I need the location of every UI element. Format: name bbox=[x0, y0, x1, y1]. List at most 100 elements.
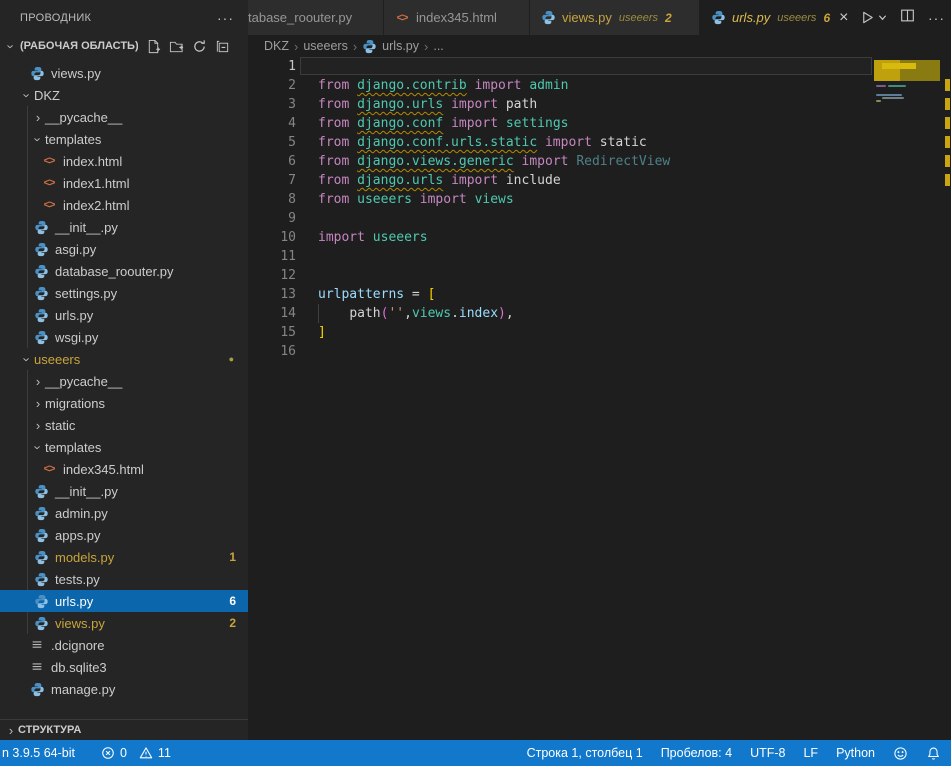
code-line-6[interactable]: 6from django.views.generic import Redire… bbox=[248, 152, 951, 171]
tree-item-models.py[interactable]: models.py1 bbox=[0, 546, 248, 568]
tab-urls.py[interactable]: urls.pyuseeers6× bbox=[700, 0, 860, 35]
breadcrumb-item[interactable]: useeers bbox=[303, 39, 347, 53]
indentation[interactable]: Пробелов: 4 bbox=[661, 746, 732, 760]
new-file-icon[interactable] bbox=[146, 39, 161, 54]
code-text: from useeers import views bbox=[318, 190, 514, 209]
tree-item-migrations[interactable]: ›migrations bbox=[0, 392, 248, 414]
tree-item-useeers[interactable]: ›useeers● bbox=[0, 348, 248, 370]
tree-item-__pycache__[interactable]: ›__pycache__ bbox=[0, 106, 248, 128]
code-lines: 12from django.contrib import admin3from … bbox=[248, 57, 951, 361]
cursor-position[interactable]: Строка 1, столбец 1 bbox=[527, 746, 643, 760]
code-text: from django.conf.urls.static import stat… bbox=[318, 133, 647, 152]
language-mode[interactable]: Python bbox=[836, 746, 875, 760]
file-tree: views.py›DKZ›__pycache__›templates<>inde… bbox=[0, 62, 248, 700]
code-line-2[interactable]: 2from django.contrib import admin bbox=[248, 76, 951, 95]
tree-item-admin.py[interactable]: admin.py bbox=[0, 502, 248, 524]
minimap-warning-block bbox=[874, 60, 940, 81]
tab-tabase_roouter.py[interactable]: tabase_roouter.py bbox=[248, 0, 384, 35]
breadcrumb-item[interactable]: ... bbox=[433, 39, 443, 53]
tabs-container: tabase_roouter.py<>index345.htmlviews.py… bbox=[248, 0, 860, 35]
overview-ruler bbox=[944, 57, 951, 740]
tree-item-apps.py[interactable]: apps.py bbox=[0, 524, 248, 546]
minimap[interactable] bbox=[872, 57, 944, 740]
code-line-11[interactable]: 11 bbox=[248, 247, 951, 266]
minimap-code-mark bbox=[876, 85, 886, 87]
tree-item-tests.py[interactable]: tests.py bbox=[0, 568, 248, 590]
minimap-code-mark bbox=[876, 100, 881, 102]
tree-item-wsgi.py[interactable]: wsgi.py bbox=[0, 326, 248, 348]
encoding[interactable]: UTF-8 bbox=[750, 746, 785, 760]
code-line-5[interactable]: 5from django.conf.urls.static import sta… bbox=[248, 133, 951, 152]
code-line-9[interactable]: 9 bbox=[248, 209, 951, 228]
tree-item-db.sqlite3[interactable]: db.sqlite3 bbox=[0, 656, 248, 678]
tab-views.py[interactable]: views.pyuseeers2 bbox=[530, 0, 700, 35]
tab-index345.html[interactable]: <>index345.html bbox=[384, 0, 530, 35]
run-button[interactable] bbox=[860, 10, 887, 25]
explorer-toolbar bbox=[146, 39, 230, 54]
tree-item-database_roouter.py[interactable]: database_roouter.py bbox=[0, 260, 248, 282]
tree-item-views.py[interactable]: views.py bbox=[0, 62, 248, 84]
tree-item-label: DKZ bbox=[34, 88, 60, 103]
file-file-icon bbox=[29, 637, 45, 653]
tree-item-label: urls.py bbox=[55, 594, 93, 609]
tree-item-label: __pycache__ bbox=[45, 374, 122, 389]
breadcrumb-item[interactable]: urls.py bbox=[382, 39, 419, 53]
tree-item-label: index345.html bbox=[63, 462, 144, 477]
tree-item-index.html[interactable]: <>index.html bbox=[0, 150, 248, 172]
new-folder-icon[interactable] bbox=[169, 39, 184, 54]
workspace-section-header[interactable]: › (РАБОЧАЯ ОБЛАСТЬ) ... bbox=[0, 35, 248, 57]
tree-item-views.py[interactable]: views.py2 bbox=[0, 612, 248, 634]
close-icon[interactable]: × bbox=[839, 10, 848, 26]
tree-item-index2.html[interactable]: <>index2.html bbox=[0, 194, 248, 216]
code-line-16[interactable]: 16 bbox=[248, 342, 951, 361]
tree-item-static[interactable]: ›static bbox=[0, 414, 248, 436]
minimap-code-mark bbox=[882, 97, 904, 99]
tree-item-index345.html[interactable]: <>index345.html bbox=[0, 458, 248, 480]
tree-item-templates[interactable]: ›templates bbox=[0, 128, 248, 150]
tree-item-index1.html[interactable]: <>index1.html bbox=[0, 172, 248, 194]
code-line-12[interactable]: 12 bbox=[248, 266, 951, 285]
vscode-window: ПРОВОДНИК ··· › (РАБОЧАЯ ОБЛАСТЬ) ... vi… bbox=[0, 0, 951, 766]
warning-mark bbox=[945, 98, 950, 110]
line-number: 15 bbox=[248, 323, 318, 342]
eol-sequence[interactable]: LF bbox=[803, 746, 818, 760]
tree-item-__init__.py[interactable]: __init__.py bbox=[0, 480, 248, 502]
code-line-1[interactable]: 1 bbox=[248, 57, 951, 76]
tree-item-.dcignore[interactable]: .dcignore bbox=[0, 634, 248, 656]
explorer-more-actions-icon[interactable]: ··· bbox=[217, 10, 234, 26]
code-line-8[interactable]: 8from useeers import views bbox=[248, 190, 951, 209]
feedback-icon[interactable] bbox=[893, 746, 908, 761]
collapse-all-icon[interactable] bbox=[215, 39, 230, 54]
code-line-4[interactable]: 4from django.conf import settings bbox=[248, 114, 951, 133]
code-line-10[interactable]: 10import useeers bbox=[248, 228, 951, 247]
tree-item-manage.py[interactable]: manage.py bbox=[0, 678, 248, 700]
split-editor-icon[interactable] bbox=[900, 8, 915, 28]
outline-section-header[interactable]: › СТРУКТУРА bbox=[0, 719, 248, 740]
tree-item-DKZ[interactable]: ›DKZ bbox=[0, 84, 248, 106]
tree-item-settings.py[interactable]: settings.py bbox=[0, 282, 248, 304]
warning-mark bbox=[945, 174, 950, 186]
code-line-14[interactable]: 14 path('',views.index), bbox=[248, 304, 951, 323]
py-file-icon bbox=[33, 527, 49, 543]
tree-item-label: asgi.py bbox=[55, 242, 96, 257]
tree-item-__pycache__[interactable]: ›__pycache__ bbox=[0, 370, 248, 392]
more-actions-icon[interactable]: ··· bbox=[928, 10, 945, 26]
tree-item-label: wsgi.py bbox=[55, 330, 98, 345]
code-editor[interactable]: 12from django.contrib import admin3from … bbox=[248, 57, 951, 740]
tree-item-templates[interactable]: ›templates bbox=[0, 436, 248, 458]
py-file-icon bbox=[29, 65, 45, 81]
code-line-15[interactable]: 15] bbox=[248, 323, 951, 342]
tree-item-asgi.py[interactable]: asgi.py bbox=[0, 238, 248, 260]
code-line-3[interactable]: 3from django.urls import path bbox=[248, 95, 951, 114]
refresh-icon[interactable] bbox=[192, 39, 207, 54]
notifications-bell-icon[interactable] bbox=[926, 746, 941, 761]
error-count: 0 bbox=[120, 746, 127, 760]
tree-item-urls.py[interactable]: urls.py bbox=[0, 304, 248, 326]
tree-item-urls.py[interactable]: urls.py6 bbox=[0, 590, 248, 612]
problems-indicator[interactable]: 0 11 bbox=[101, 746, 171, 760]
code-line-13[interactable]: 13urlpatterns = [ bbox=[248, 285, 951, 304]
python-interpreter[interactable]: n 3.9.5 64-bit bbox=[2, 746, 75, 760]
breadcrumb-item[interactable]: DKZ bbox=[264, 39, 289, 53]
code-line-7[interactable]: 7from django.urls import include bbox=[248, 171, 951, 190]
tree-item-__init__.py[interactable]: __init__.py bbox=[0, 216, 248, 238]
